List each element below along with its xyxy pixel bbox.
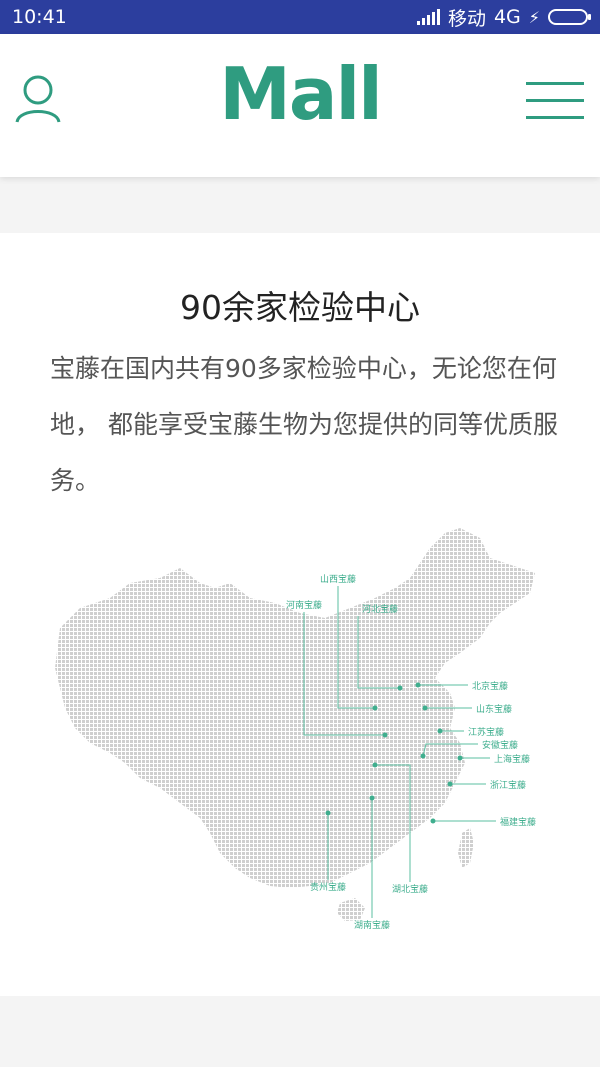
map-label[interactable]: 江苏宝藤	[468, 726, 504, 738]
map-label[interactable]: 湖南宝藤	[354, 919, 390, 931]
map-location-dot	[437, 728, 443, 734]
map-location-dot	[372, 705, 378, 711]
map-label[interactable]: 湖北宝藤	[392, 883, 428, 895]
map-location-dot	[457, 755, 463, 761]
map-location-dot	[430, 818, 436, 824]
map-location-dot	[415, 682, 421, 688]
carrier-label: 移动	[447, 7, 486, 30]
map-label[interactable]: 上海宝藤	[494, 753, 530, 765]
footer-spacer	[0, 996, 600, 1067]
china-map: 山西宝藤河南宝藤 河北宝藤北京宝藤山东宝藤江苏宝藤 安徽宝藤上海宝藤浙江宝藤福建宝藤…	[50, 528, 550, 948]
section-description: 宝藤在国内共有90多家检验中心，无论您在何地， 都能享受宝藤生物为您提供的同等优…	[50, 354, 558, 495]
map-location-dot	[447, 781, 453, 787]
map-label[interactable]: 山西宝藤	[320, 573, 356, 585]
map-hainan	[337, 898, 365, 921]
content-card: 90余家检验中心 宝藤在国内共有90多家检验中心，无论您在何地， 都能享受宝藤生…	[0, 233, 600, 996]
map-location-dot	[422, 705, 428, 711]
map-location-dot	[382, 732, 388, 738]
network-label: 4G	[493, 6, 521, 28]
map-location-dot	[420, 753, 426, 759]
map-label[interactable]: 浙江宝藤	[490, 779, 526, 791]
section-title: 90余家检验中心	[180, 288, 420, 327]
menu-icon[interactable]	[526, 82, 584, 122]
map-label[interactable]: 贵州宝藤	[310, 881, 346, 893]
map-label[interactable]: 福建宝藤	[500, 816, 536, 828]
map-location-dot	[325, 810, 331, 816]
map-label[interactable]: 北京宝藤	[472, 680, 508, 692]
map-location-dot	[372, 762, 378, 768]
battery-icon	[548, 9, 591, 25]
app-header: Mall	[0, 34, 600, 177]
china-map-graphic: 山西宝藤河南宝藤 河北宝藤北京宝藤山东宝藤江苏宝藤安徽宝藤上海宝藤浙江宝藤福建宝藤…	[55, 528, 536, 931]
map-location-dot	[397, 685, 403, 691]
mall-logo[interactable]: Mall	[0, 52, 600, 136]
map-label[interactable]: 河南宝藤	[286, 599, 322, 611]
charging-icon: ⚡	[528, 7, 540, 27]
signal-icon	[416, 9, 440, 25]
map-label[interactable]: 河北宝藤	[362, 603, 398, 615]
status-time: 10:41	[12, 6, 67, 28]
status-indicators: 移动 4G ⚡	[416, 4, 591, 31]
map-location-dot	[369, 795, 375, 801]
map-label[interactable]: 安徽宝藤	[482, 739, 518, 751]
map-label[interactable]: 山东宝藤	[476, 703, 512, 715]
status-bar: 10:41 移动 4G ⚡	[0, 0, 600, 34]
map-taiwan	[458, 828, 474, 868]
